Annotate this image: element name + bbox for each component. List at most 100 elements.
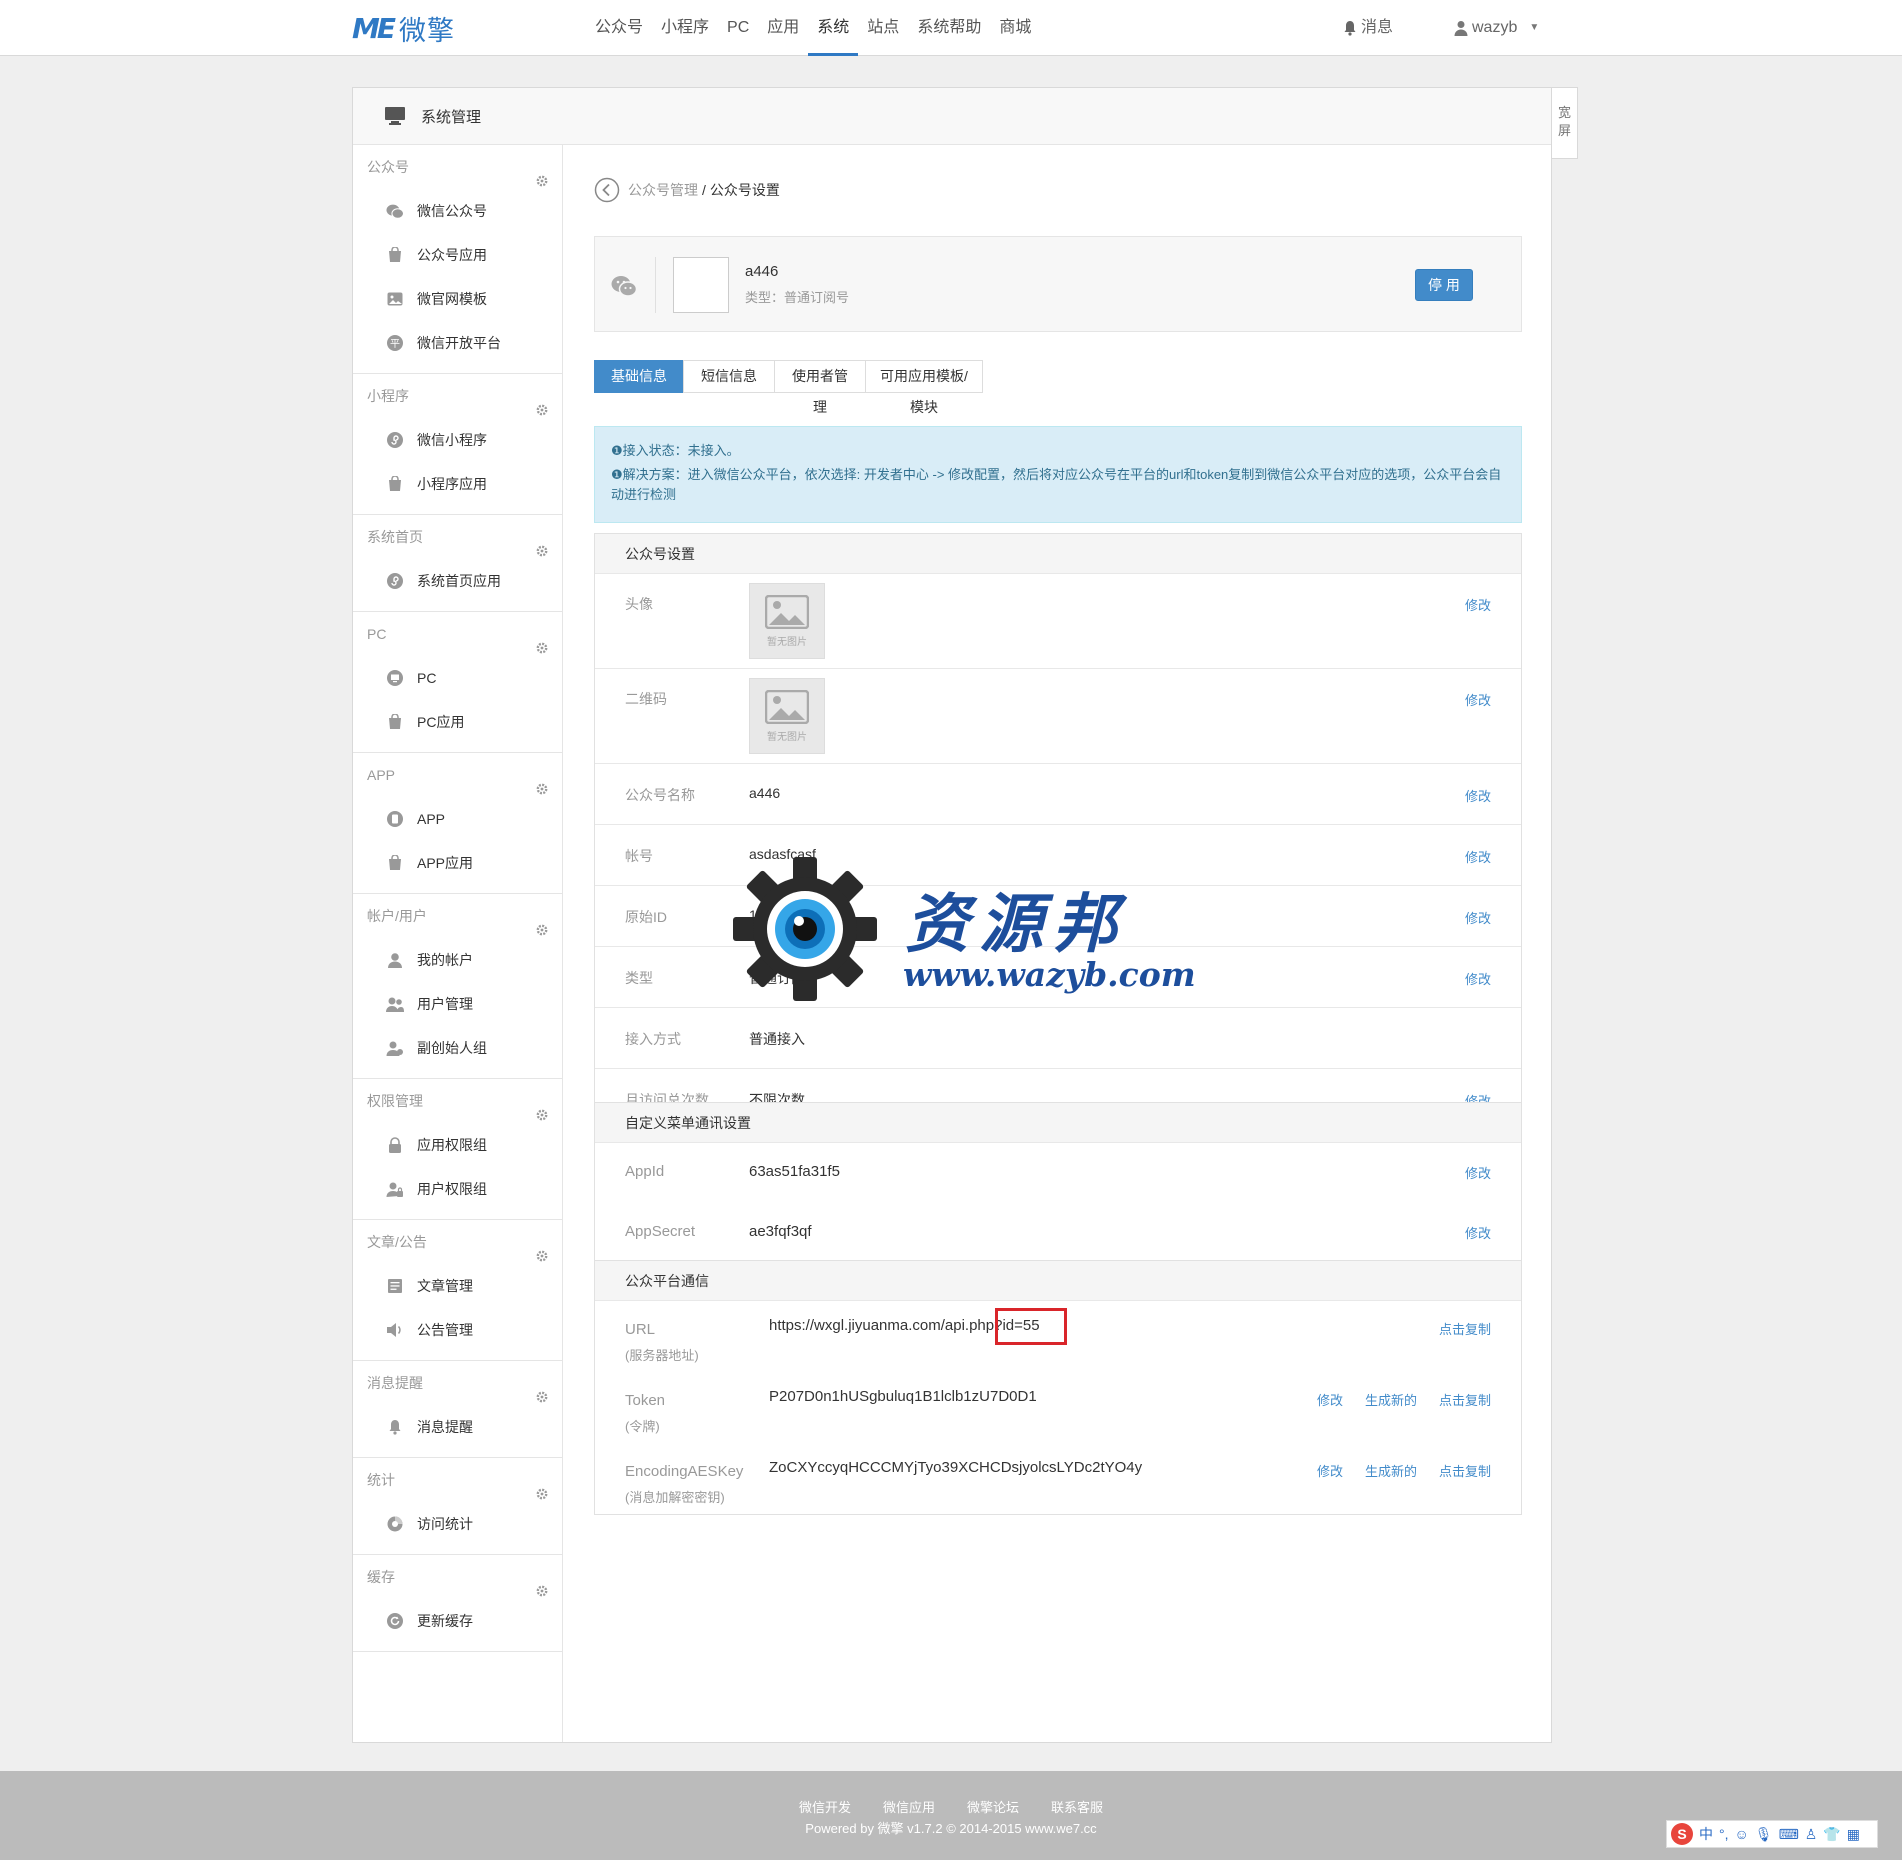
action-link[interactable]: 点击复制 xyxy=(1439,1390,1491,1409)
nav-item-2[interactable]: PC xyxy=(718,0,758,56)
sidebar-item[interactable]: 访问统计 xyxy=(353,1502,562,1546)
user-icon[interactable]: ♙ xyxy=(1805,1826,1818,1843)
monitor-icon xyxy=(385,668,405,688)
sidebar-item[interactable]: 微官网模板 xyxy=(353,277,562,321)
footer-link[interactable]: 微信应用 xyxy=(883,1800,935,1815)
sidebar-item-label: 微官网模板 xyxy=(417,291,487,307)
punctuation-icon[interactable]: °, xyxy=(1719,1826,1729,1842)
tab-0[interactable]: 基础信息 xyxy=(594,360,684,393)
gear-icon[interactable] xyxy=(536,1094,548,1138)
sidebar-item[interactable]: PC xyxy=(353,656,562,700)
sidebar-item[interactable]: 消息提醒 xyxy=(353,1405,562,1449)
action-link[interactable]: 生成新的 xyxy=(1365,1461,1417,1480)
edit-link[interactable]: 修改 xyxy=(1465,847,1491,866)
nav-item-0[interactable]: 公众号 xyxy=(586,0,652,56)
logo[interactable]: ME 微擎 xyxy=(352,12,455,46)
ime-toolbar[interactable]: S 中 °, ☺ 🎙 ⌨ ♙ 👕 ▦ xyxy=(1666,1820,1878,1848)
user-menu[interactable]: wazyb ▼ xyxy=(1454,0,1539,56)
sidebar-item[interactable]: APP xyxy=(353,797,562,841)
edit-link[interactable]: 修改 xyxy=(1465,1163,1491,1182)
edit-link[interactable]: 修改 xyxy=(1465,1223,1491,1242)
sidebar-item[interactable]: 系统首页应用 xyxy=(353,559,562,603)
sidebar-group: 系统首页 系统首页应用 xyxy=(353,515,562,612)
gear-icon[interactable] xyxy=(536,909,548,953)
nav-item-6[interactable]: 系统帮助 xyxy=(908,0,990,56)
template-icon xyxy=(385,289,405,309)
sidebar-item[interactable]: 公众号应用 xyxy=(353,233,562,277)
action-link[interactable]: 点击复制 xyxy=(1439,1319,1491,1338)
breadcrumb-current: 公众号设置 xyxy=(709,182,780,198)
username: wazyb xyxy=(1472,19,1518,36)
nav-item-7[interactable]: 商城 xyxy=(990,0,1040,56)
edit-link[interactable]: 修改 xyxy=(1465,690,1491,709)
comm-row: EncodingAESKey (消息加解密密钥) ZoCXYccyqHCCCMYjT… xyxy=(595,1443,1521,1514)
gear-icon[interactable] xyxy=(536,1570,548,1614)
gear-icon[interactable] xyxy=(536,1235,548,1279)
sidebar-item[interactable]: PC应用 xyxy=(353,700,562,744)
gear-icon[interactable] xyxy=(536,530,548,574)
wechat-icon xyxy=(385,201,405,221)
gear-icon[interactable] xyxy=(536,1376,548,1420)
gear-icon[interactable] xyxy=(536,627,548,671)
footer-link[interactable]: 微擎论坛 xyxy=(967,1800,1019,1815)
sidebar-item[interactable]: 副创始人组 xyxy=(353,1026,562,1070)
gear-icon[interactable] xyxy=(536,768,548,812)
action-link[interactable]: 生成新的 xyxy=(1365,1390,1417,1409)
nav-item-3[interactable]: 应用 xyxy=(758,0,808,56)
action-link[interactable]: 点击复制 xyxy=(1439,1461,1491,1480)
breadcrumb-parent[interactable]: 公众号管理 xyxy=(628,180,698,200)
disable-button[interactable]: 停 用 xyxy=(1415,269,1473,301)
gear-icon[interactable] xyxy=(536,160,548,204)
skin-icon[interactable]: 👕 xyxy=(1823,1826,1840,1843)
panel-title: 公众平台通信 xyxy=(595,1261,1521,1301)
edit-link[interactable]: 修改 xyxy=(1465,595,1491,614)
row-value: a446 xyxy=(749,785,781,801)
sidebar-item[interactable]: 小程序应用 xyxy=(353,462,562,506)
nav-item-4[interactable]: 系统 xyxy=(808,0,859,56)
emoji-icon[interactable]: ☺ xyxy=(1735,1826,1749,1842)
tab-3[interactable]: 可用应用模板/模块 xyxy=(865,360,983,415)
sidebar-item[interactable]: 我的帐户 xyxy=(353,938,562,982)
edit-link[interactable]: 修改 xyxy=(1465,969,1491,988)
sidebar-group: 文章/公告文章管理 公告管理 xyxy=(353,1220,562,1361)
footer-link[interactable]: 联系客服 xyxy=(1051,1800,1103,1815)
wide-screen-toggle[interactable]: 宽屏 xyxy=(1552,87,1578,159)
row-label: 帐号 xyxy=(625,848,653,864)
sidebar-item[interactable]: 微信小程序 xyxy=(353,418,562,462)
grid-icon[interactable]: ▦ xyxy=(1847,1826,1860,1843)
keyboard-icon[interactable]: ⌨ xyxy=(1779,1826,1799,1843)
sidebar-item[interactable]: 公告管理 xyxy=(353,1308,562,1352)
main-nav: 公众号 小程序 PC 应用 系统 站点 系统帮助 商城 xyxy=(586,0,1040,56)
sidebar-item[interactable]: 应用权限组 xyxy=(353,1123,562,1167)
gear-icon[interactable] xyxy=(536,389,548,433)
sidebar-item[interactable]: 文章管理 xyxy=(353,1264,562,1308)
gear-icon[interactable] xyxy=(536,1473,548,1517)
footer-link[interactable]: 微信开发 xyxy=(799,1800,851,1815)
edit-link[interactable]: 修改 xyxy=(1465,786,1491,805)
sidebar-item[interactable]: 平 微信开放平台 xyxy=(353,321,562,365)
sidebar-item-label: 访问统计 xyxy=(417,1516,473,1532)
comm-row: URL (服务器地址) https://wxgl.jiyuanma.com/api.… xyxy=(595,1301,1521,1372)
tab-1[interactable]: 短信信息 xyxy=(683,360,775,393)
row-label: URL (服务器地址) xyxy=(625,1317,699,1369)
sidebar-item-label: 更新缓存 xyxy=(417,1613,473,1629)
action-link[interactable]: 修改 xyxy=(1317,1461,1343,1480)
sidebar-item[interactable]: 用户管理 xyxy=(353,982,562,1026)
sidebar-item[interactable]: 微信公众号 xyxy=(353,189,562,233)
nav-item-5[interactable]: 站点 xyxy=(858,0,908,56)
tab-2[interactable]: 使用者管理 xyxy=(774,360,866,415)
nav-item-1[interactable]: 小程序 xyxy=(652,0,718,56)
sidebar-item[interactable]: 用户权限组 xyxy=(353,1167,562,1211)
edit-link[interactable]: 修改 xyxy=(1465,908,1491,927)
bag-icon xyxy=(385,245,405,265)
mic-icon[interactable]: 🎙 xyxy=(1755,1826,1773,1843)
back-arrow-icon[interactable] xyxy=(594,177,620,203)
user-icon xyxy=(1454,21,1468,36)
sidebar-group: 缓存 更新缓存 xyxy=(353,1555,562,1652)
sidebar-group-label: 文章/公告 xyxy=(367,1234,427,1250)
sidebar-item[interactable]: APP应用 xyxy=(353,841,562,885)
action-link[interactable]: 修改 xyxy=(1317,1390,1343,1409)
sidebar-item[interactable]: 更新缓存 xyxy=(353,1599,562,1643)
ime-mode-label[interactable]: 中 xyxy=(1699,1824,1713,1844)
messages-link[interactable]: 消息 xyxy=(1343,0,1393,56)
